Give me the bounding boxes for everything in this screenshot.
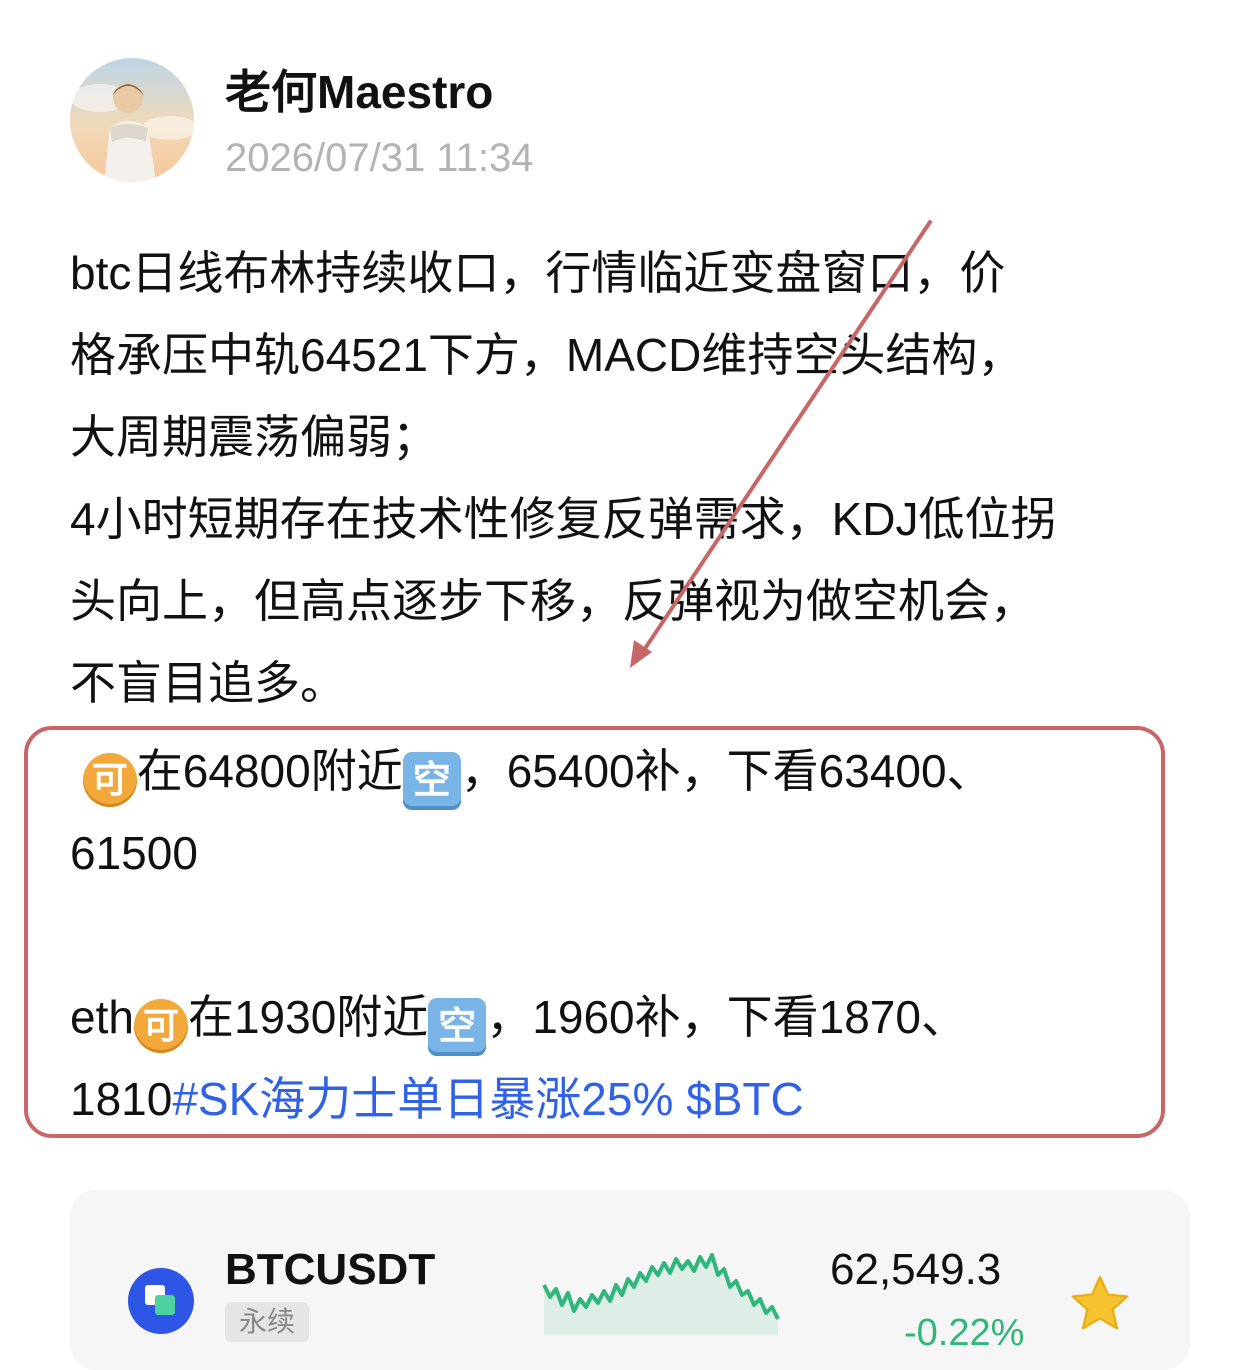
price-sparkline xyxy=(542,1253,780,1335)
ticker-price: 62,549.3 xyxy=(830,1245,1002,1294)
ticker-symbol: BTCUSDT xyxy=(225,1245,436,1294)
annotation-arrow-icon xyxy=(630,220,932,668)
star-icon[interactable] xyxy=(1067,1272,1133,1338)
ticker-card[interactable]: BTCUSDT 永续 62,549.3 -0.22% xyxy=(70,1190,1190,1370)
coin-icon xyxy=(128,1268,194,1334)
ticker-change: -0.22% xyxy=(904,1312,1025,1354)
contract-badge: 永续 xyxy=(225,1302,310,1342)
